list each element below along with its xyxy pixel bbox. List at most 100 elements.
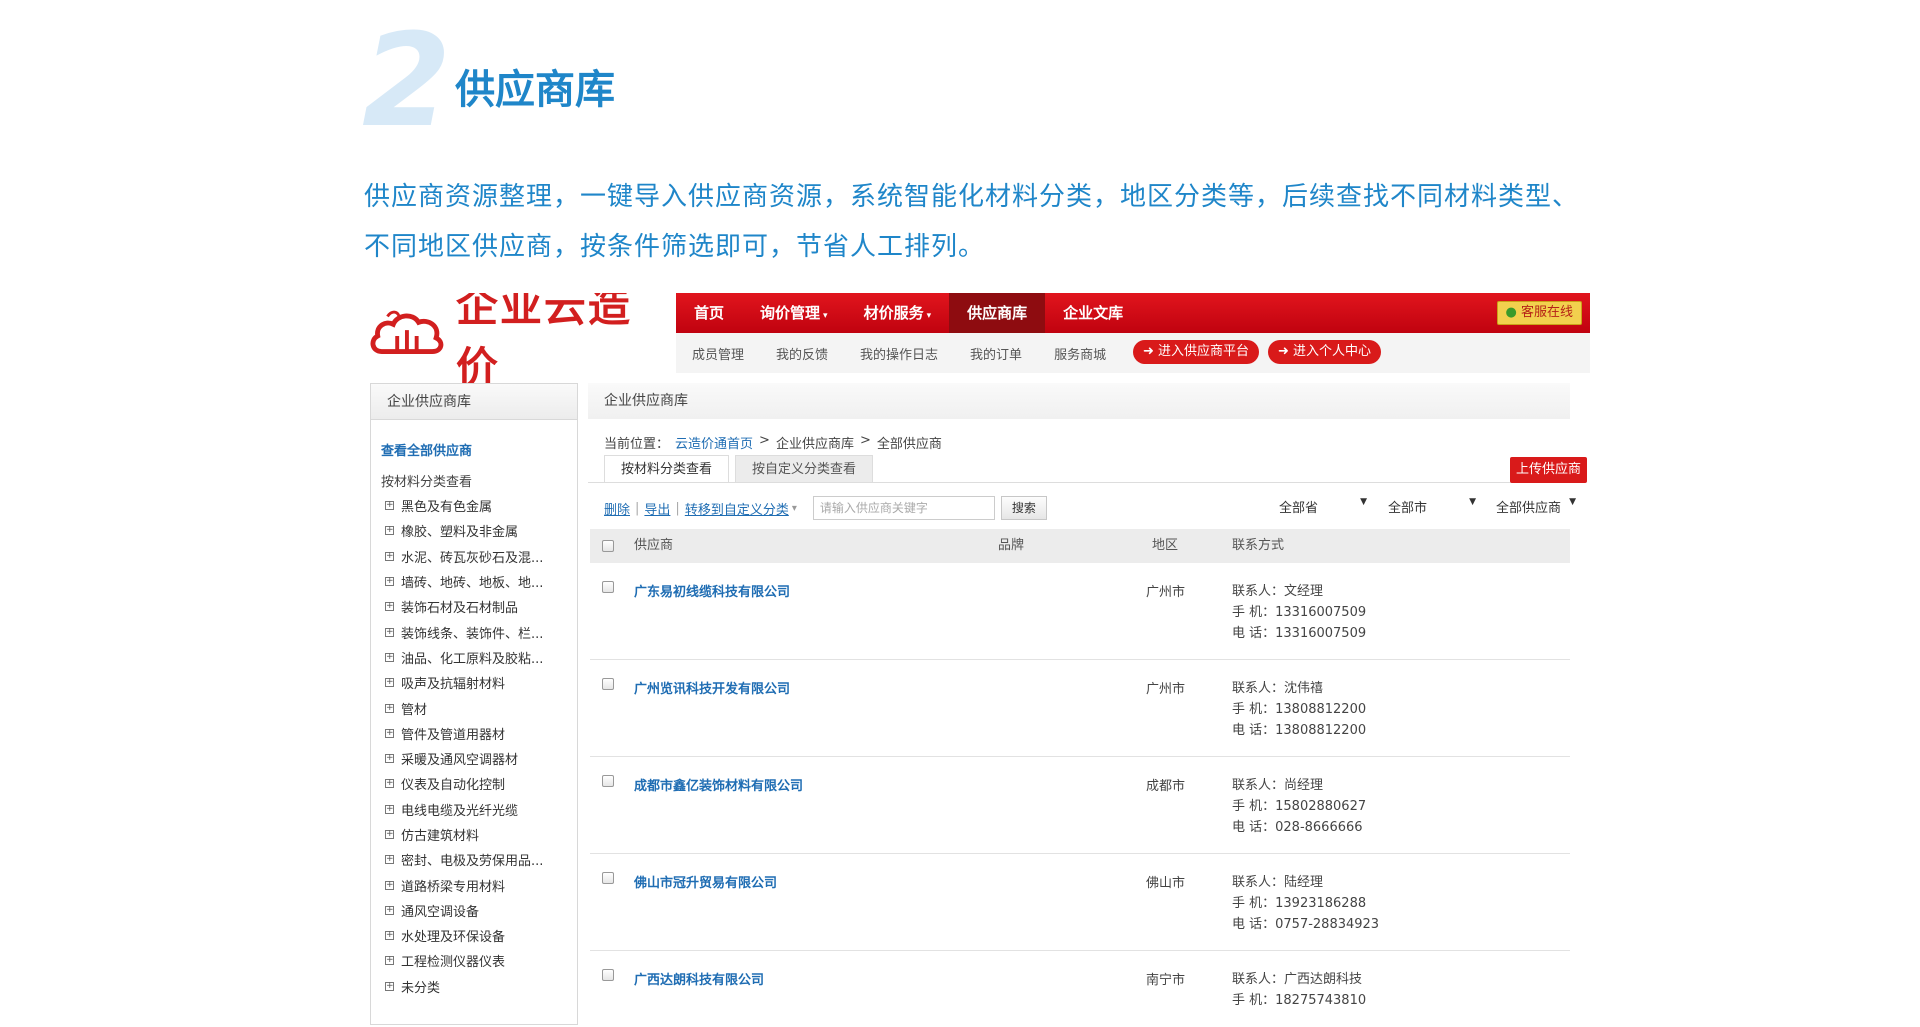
chevron-down-icon: ▾ [823,311,828,321]
chat-bubble-icon: ● [1505,305,1517,320]
category-label: 仿古建筑材料 [401,829,480,844]
expand-plus-icon[interactable]: + [385,804,394,814]
logo[interactable]: 企业云造价 [368,293,670,392]
category-item[interactable]: + 管材 [385,695,543,720]
nav-home[interactable]: 首页 [676,293,742,333]
supplier-region: 广州市 [1146,585,1186,600]
search-input[interactable]: 请输入供应商关键字 [812,496,995,520]
category-item[interactable]: + 水泥、砖瓦灰砂石及混... [385,544,543,569]
category-item[interactable]: + 油品、化工原料及胶粘... [385,645,543,670]
customer-service-button[interactable]: ● 客服在线 [1496,301,1582,325]
table-header: 供应商 品牌 地区 联系方式 [590,529,1570,563]
supplier-name-link[interactable]: 广西达朗科技有限公司 [634,969,764,988]
category-item[interactable]: + 吸声及抗辐射材料 [385,670,543,695]
province-select[interactable]: 全部省 ▼ [1279,497,1367,516]
view-all-suppliers-link[interactable]: 查看全部供应商 [381,440,472,459]
supplier-name-link[interactable]: 广州览讯科技开发有限公司 [634,678,790,697]
category-item[interactable]: + 未分类 [385,974,543,999]
category-item[interactable]: + 电线电缆及光纤光缆 [385,797,543,822]
row-checkbox[interactable] [602,775,614,787]
supplier-name-link[interactable]: 广东易初线缆科技有限公司 [634,581,790,600]
select-all-checkbox[interactable] [602,540,614,552]
city-select[interactable]: 全部市 ▼ [1388,497,1476,516]
expand-plus-icon[interactable]: + [385,905,394,915]
expand-plus-icon[interactable]: + [385,678,394,688]
expand-plus-icon[interactable]: + [385,931,394,941]
expand-plus-icon[interactable]: + [385,703,394,713]
chevron-down-icon[interactable]: ▾ [792,503,797,514]
tab-by-material[interactable]: 按材料分类查看 [604,455,730,483]
category-item[interactable]: + 仪表及自动化控制 [385,771,543,796]
contact-mobile: 手 机：18275743810 [1232,993,1367,1008]
nav-documents[interactable]: 企业文库 [1045,293,1141,333]
nav-home-label: 首页 [694,304,725,322]
breadcrumb-current: 全部供应商 [876,437,942,452]
expand-plus-icon[interactable]: + [385,551,394,561]
contact-person: 联系人：陆经理 [1232,875,1324,890]
expand-plus-icon[interactable]: + [385,855,394,865]
subnav-feedback[interactable]: 我的反馈 [760,344,844,363]
supplier-name-link[interactable]: 成都市鑫亿装饰材料有限公司 [634,775,803,794]
expand-plus-icon[interactable]: + [385,728,394,738]
category-item[interactable]: + 水处理及环保设备 [385,923,543,948]
category-item[interactable]: + 通风空调设备 [385,898,543,923]
move-to-custom-link[interactable]: 转移到自定义分类 [685,499,789,518]
category-label: 墙砖、地砖、地板、地... [401,576,544,592]
subnav-service-mall[interactable]: 服务商城 [1038,344,1122,363]
category-item[interactable]: + 橡胶、塑料及非金属 [385,518,543,543]
supplier-name-link[interactable]: 佛山市冠升贸易有限公司 [634,872,777,891]
expand-plus-icon[interactable]: + [385,779,394,789]
category-item[interactable]: + 管件及管道用器材 [385,721,543,746]
category-item[interactable]: + 密封、电极及劳保用品... [385,847,543,872]
nav-material-price[interactable]: 材价服务 ▾ [846,293,950,333]
category-item[interactable]: + 黑色及有色金属 [385,493,543,518]
col-contact: 联系方式 [1232,538,1285,553]
enter-supplier-platform-button[interactable]: ➜ 进入供应商平台 [1133,340,1260,364]
breadcrumb-prefix: 当前位置： [604,437,670,452]
category-label: 装饰线条、装饰件、栏... [401,626,544,642]
row-checkbox[interactable] [602,969,614,981]
category-label: 电线电缆及光纤光缆 [401,803,519,819]
category-item[interactable]: + 墙砖、地砖、地板、地... [385,569,543,594]
tab-by-custom[interactable]: 按自定义分类查看 [735,455,874,483]
nav-supplier-library[interactable]: 供应商库 [949,293,1046,333]
upload-supplier-button[interactable]: 上传供应商 [1510,457,1588,483]
supplier-filter-value: 全部供应商 [1496,501,1562,516]
subnav-members[interactable]: 成员管理 [676,344,760,363]
row-checkbox[interactable] [602,581,614,593]
breadcrumb-home-link[interactable]: 云造价通首页 [675,433,753,452]
expand-plus-icon[interactable]: + [385,880,394,890]
expand-plus-icon[interactable]: + [385,652,394,662]
dropdown-arrow-icon: ▼ [1569,497,1576,507]
expand-plus-icon[interactable]: + [385,602,394,612]
category-item[interactable]: + 仿古建筑材料 [385,822,543,847]
category-item[interactable]: + 工程检测仪器仪表 [385,948,543,973]
category-item[interactable]: + 装饰线条、装饰件、栏... [385,619,543,644]
nav-material-price-label: 材价服务 [863,304,924,322]
expand-plus-icon[interactable]: + [385,501,394,511]
supplier-filter-select[interactable]: 全部供应商 ▼ [1496,497,1576,516]
enter-personal-center-button[interactable]: ➜ 进入个人中心 [1268,340,1382,364]
category-item[interactable]: + 装饰石材及石材制品 [385,594,543,619]
subnav-orders[interactable]: 我的订单 [954,344,1038,363]
expand-plus-icon[interactable]: + [385,830,394,839]
breadcrumb-level2[interactable]: 企业供应商库 [776,433,854,452]
table-row: 佛山市冠升贸易有限公司 佛山市 联系人：陆经理 手 机：13923186288 … [590,854,1570,951]
search-button[interactable]: 搜索 [1000,496,1047,520]
expand-plus-icon[interactable]: + [385,577,394,587]
expand-plus-icon[interactable]: + [385,754,394,764]
export-link[interactable]: 导出 [644,499,670,518]
expand-plus-icon[interactable]: + [385,526,394,536]
expand-plus-icon[interactable]: + [385,627,394,637]
category-item[interactable]: + 采暖及通风空调器材 [385,746,543,771]
category-label: 吸声及抗辐射材料 [401,677,506,693]
expand-plus-icon[interactable]: + [385,981,394,991]
nav-inquiry[interactable]: 询价管理 ▾ [742,293,846,333]
table-row: 广东易初线缆科技有限公司 广州市 联系人：文经理 手 机：13316007509… [590,563,1570,660]
row-checkbox[interactable] [602,678,614,690]
subnav-operation-log[interactable]: 我的操作日志 [844,344,954,363]
row-checkbox[interactable] [602,872,614,884]
category-item[interactable]: + 道路桥梁专用材料 [385,872,543,897]
delete-link[interactable]: 删除 [604,499,630,518]
expand-plus-icon[interactable]: + [385,956,394,966]
